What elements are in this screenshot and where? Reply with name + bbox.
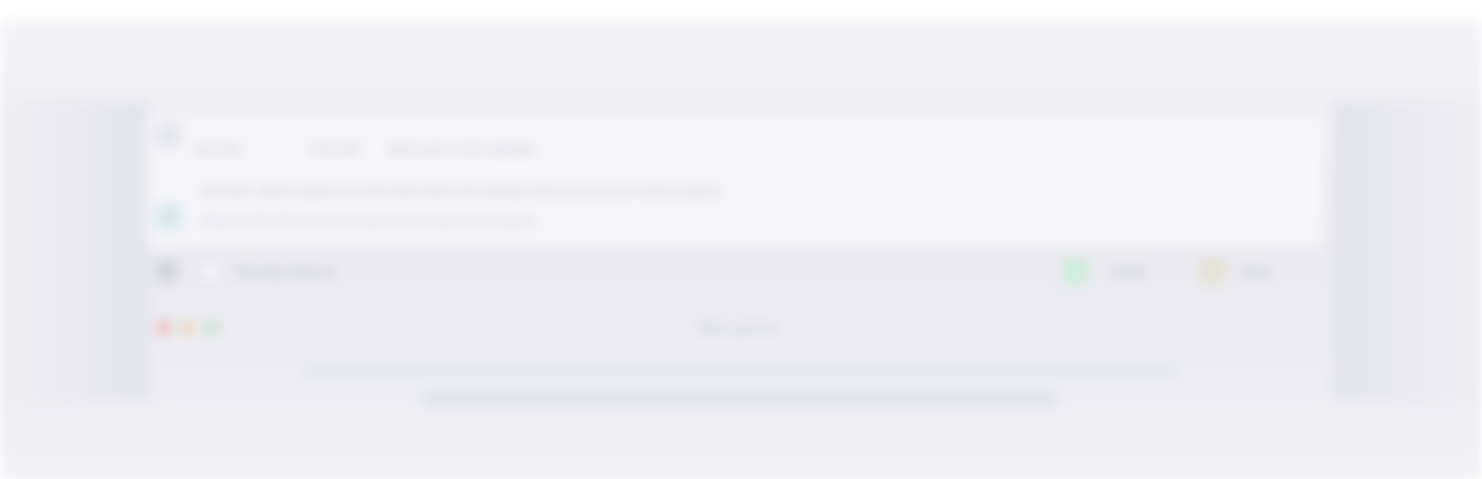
huddle-button-label[interactable]: Huddle (1110, 265, 1148, 279)
divider (300, 364, 1180, 378)
message-author[interactable]: Ana Ruiz (194, 142, 243, 156)
share-button-label[interactable]: Share (1240, 265, 1272, 279)
left-shade (0, 100, 150, 400)
message-text: Reminder: please update the sprint board… (200, 184, 723, 198)
user-avatar-icon[interactable] (198, 258, 224, 284)
right-shade (1332, 100, 1482, 400)
window-title: Slack | general (696, 321, 776, 335)
avatar[interactable] (156, 122, 182, 148)
message-list: Ana Ruiz 10:02 AM Quick sync on the road… (148, 116, 1324, 246)
window-titlebar: Slack | general (148, 308, 1324, 348)
avatar[interactable] (156, 204, 182, 230)
composer-row: Message #general Huddle Share (148, 248, 1324, 294)
share-icon[interactable] (1200, 258, 1226, 284)
message-input[interactable]: Message #general (236, 265, 335, 279)
message-time: 10:02 AM (308, 142, 359, 156)
message-text: Quick sync on the roadmap (388, 142, 535, 156)
message-text: Shared a file with the team and pinned t… (200, 214, 537, 228)
app-window: Ana Ruiz 10:02 AM Quick sync on the road… (0, 20, 1482, 479)
plus-icon[interactable] (156, 260, 178, 282)
screenshot-stage: Ana Ruiz 10:02 AM Quick sync on the road… (0, 0, 1482, 479)
headphones-icon[interactable] (1062, 258, 1088, 284)
divider (420, 392, 1060, 406)
